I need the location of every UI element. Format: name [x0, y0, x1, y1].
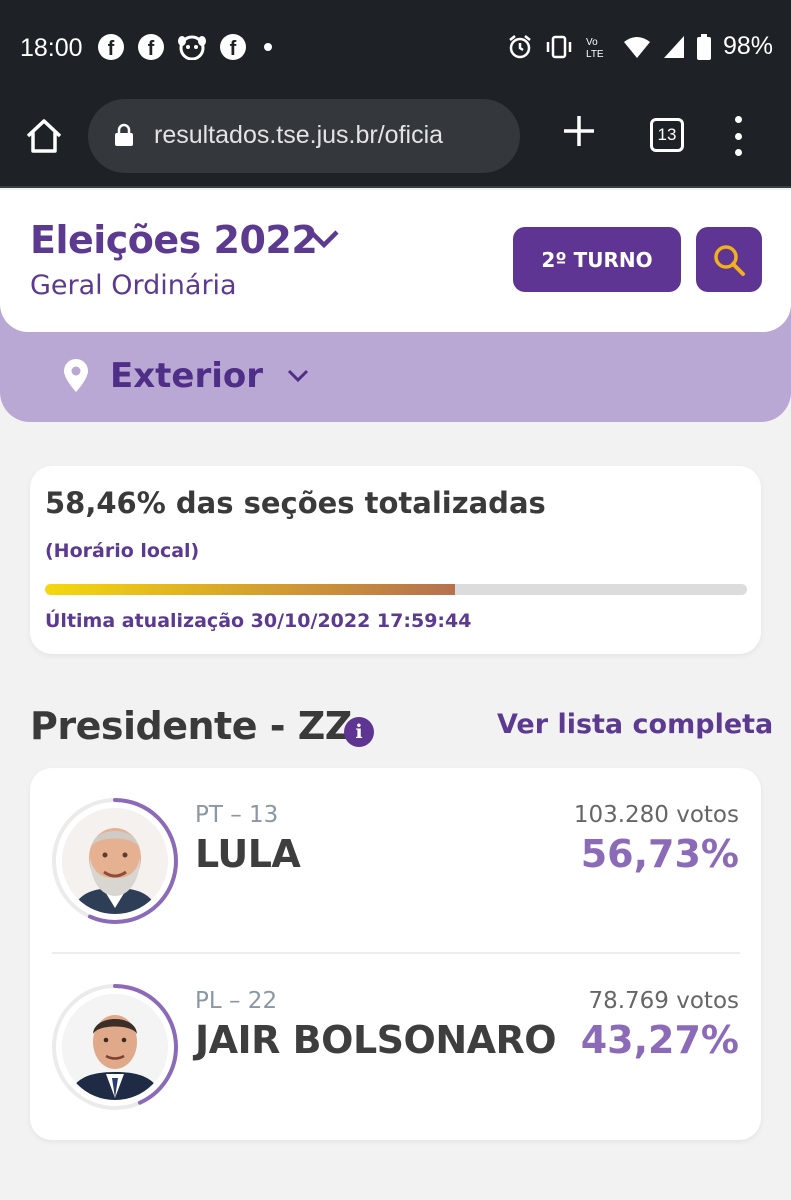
info-icon[interactable]: i — [344, 717, 374, 747]
candidate-percent: 43,27% — [580, 1018, 739, 1062]
signal-icon — [663, 35, 684, 58]
avatar — [62, 994, 168, 1100]
candidate-party: PL – 22 — [195, 988, 278, 1014]
avatar — [62, 808, 168, 914]
progress-bar — [45, 584, 747, 595]
candidate-votes: 103.280 votos — [573, 802, 739, 828]
dog-app-icon — [178, 35, 206, 60]
more-notifications-dot-icon — [264, 43, 272, 51]
notification-icons: f f f — [98, 34, 272, 60]
battery-percent: 98% — [722, 32, 773, 60]
alarm-icon — [509, 34, 531, 58]
region-selector[interactable]: Exterior — [62, 356, 309, 396]
candidate-row[interactable]: PT – 13 LULA 103.280 votos 56,73% — [30, 790, 761, 940]
volte-icon: Vo LTE — [586, 37, 604, 60]
tab-switcher-button[interactable]: 13 — [650, 118, 684, 152]
svg-text:Vo: Vo — [586, 37, 598, 48]
facebook-icon: f — [98, 34, 124, 60]
candidate-row[interactable]: PL – 22 JAIR BOLSONARO 78.769 votos 43,2… — [30, 976, 761, 1126]
svg-text:LTE: LTE — [586, 49, 604, 60]
status-bar: 18:00 f f f Vo LTE 98% — [0, 0, 791, 96]
see-full-list-link[interactable]: Ver lista completa — [497, 709, 773, 740]
battery-icon — [696, 33, 711, 60]
system-status-icons: Vo LTE 98% — [507, 32, 773, 61]
candidate-party: PT – 13 — [195, 802, 279, 828]
candidate-name: JAIR BOLSONARO — [195, 1018, 557, 1062]
candidate-avatar — [50, 982, 180, 1112]
vibrate-icon — [546, 35, 572, 58]
progress-card: 58,46% das seções totalizadas (Horário l… — [30, 466, 761, 654]
browser-toolbar: resultados.tse.jus.br/oficia 13 — [0, 96, 791, 188]
status-time: 18:00 — [20, 34, 83, 62]
search-icon — [714, 244, 745, 276]
facebook-icon: f — [138, 34, 164, 60]
last-update-text: Última atualização 30/10/2022 17:59:44 — [45, 610, 472, 632]
election-subtitle: Geral Ordinária — [30, 270, 237, 301]
sections-counted-text: 58,46% das seções totalizadas — [45, 486, 546, 520]
divider — [52, 952, 740, 954]
candidate-votes: 78.769 votos — [588, 988, 739, 1014]
page-header: Eleições 2022 Geral Ordinária 2º TURNO — [0, 190, 791, 332]
more-menu-icon[interactable] — [732, 116, 744, 156]
new-tab-icon[interactable] — [562, 114, 596, 148]
chevron-down-icon — [287, 369, 309, 383]
url-text: resultados.tse.jus.br/oficia — [154, 121, 444, 149]
election-title[interactable]: Eleições 2022 — [30, 218, 318, 262]
home-icon[interactable] — [24, 116, 64, 156]
progress-bar-fill — [45, 584, 456, 595]
location-pin-icon — [64, 359, 88, 392]
candidates-card: PT – 13 LULA 103.280 votos 56,73% PL – 2… — [30, 768, 761, 1140]
address-bar[interactable]: resultados.tse.jus.br/oficia — [88, 99, 520, 173]
local-time-label: (Horário local) — [45, 540, 200, 562]
wifi-icon — [623, 36, 650, 58]
facebook-icon: f — [220, 34, 246, 60]
candidate-name: LULA — [195, 832, 301, 876]
round-button[interactable]: 2º TURNO — [513, 227, 681, 292]
chevron-down-icon[interactable] — [308, 228, 340, 250]
region-label: Exterior — [110, 356, 264, 396]
section-title: Presidente - ZZ — [30, 704, 352, 748]
lock-icon — [115, 123, 133, 146]
candidate-avatar — [50, 796, 180, 926]
search-button[interactable] — [696, 227, 762, 292]
candidate-percent: 56,73% — [580, 832, 739, 876]
